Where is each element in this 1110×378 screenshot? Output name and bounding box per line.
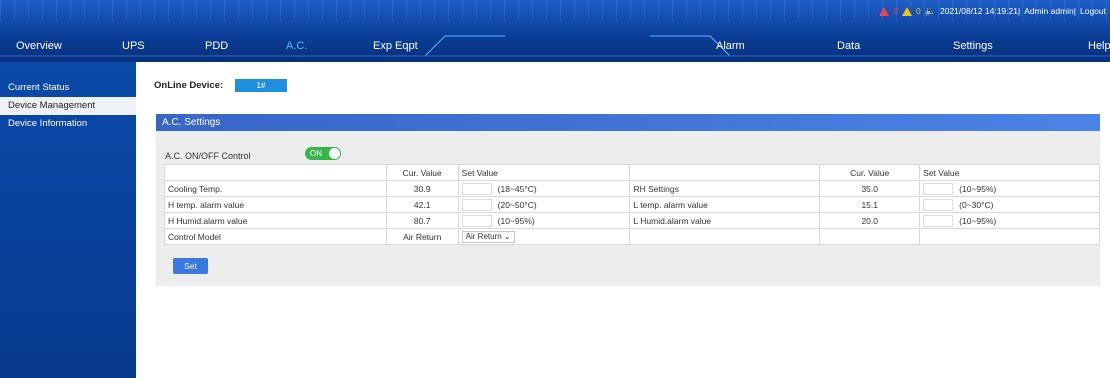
row-label: Control Model <box>164 228 387 245</box>
col-cur-value: Cur. Value <box>819 164 921 181</box>
set-value-input[interactable] <box>461 198 492 211</box>
cur-value: 15.1 <box>819 196 921 213</box>
nav-pdd[interactable]: PDD <box>205 36 228 56</box>
speaker-icon[interactable]: 🔈 <box>925 6 936 17</box>
cur-value: 35.0 <box>819 180 921 197</box>
ac-settings-panel: A.C. Settings A.C. ON/OFF Control ON Cur… <box>156 114 1100 286</box>
nav-overview[interactable]: Overview <box>16 36 62 56</box>
set-value-input[interactable] <box>461 182 492 195</box>
toggle-knob <box>329 148 340 159</box>
warning-alarm-count: 0 <box>916 6 921 16</box>
row-label: RH Settings <box>629 180 821 197</box>
set-range: (10~95%) <box>959 183 997 194</box>
main-content: OnLine Device: 1# A.C. Settings A.C. ON/… <box>136 62 1110 378</box>
set-value-input[interactable] <box>461 214 492 227</box>
col-set-value: Set Value <box>919 164 1100 181</box>
set-range: (20~50°C) <box>497 199 537 210</box>
row-label: H Humid.alarm value <box>164 212 387 229</box>
sidebar: Current Status Device Management Device … <box>0 62 136 378</box>
onoff-label: A.C. ON/OFF Control <box>165 151 251 161</box>
table-row: Cooling Temp. 30.9 (18~45°C) RH Settings… <box>164 180 1100 197</box>
admin-user[interactable]: Admin admin| <box>1024 6 1076 16</box>
cur-value: Air Return <box>385 228 459 245</box>
table-row: Control Model Air Return Air Return ⌄ <box>164 228 1100 245</box>
table-row: H temp. alarm value 42.1 (20~50°C) L tem… <box>164 196 1100 213</box>
row-label: L temp. alarm value <box>629 196 821 213</box>
nav-ac[interactable]: A.C. <box>286 36 307 56</box>
row-label: Cooling Temp. <box>164 180 387 197</box>
status-area: 0 0 🔈 2021/08/12 14:19:21| Admin admin| … <box>879 4 1106 18</box>
online-device-button[interactable]: 1# <box>235 79 287 92</box>
cur-value: 30.9 <box>385 180 459 197</box>
sidebar-item-device-management[interactable]: Device Management <box>0 97 136 115</box>
sidebar-item-current-status[interactable]: Current Status <box>0 79 136 97</box>
col-cur-value: Cur. Value <box>385 164 459 181</box>
row-label: L Humid.alarm value <box>629 212 821 229</box>
panel-title: A.C. Settings <box>156 114 1100 131</box>
set-value-input[interactable] <box>923 214 954 227</box>
row-label: H temp. alarm value <box>164 196 387 213</box>
nav-data[interactable]: Data <box>837 36 860 56</box>
onoff-toggle[interactable]: ON <box>305 147 341 160</box>
set-range: (10~95%) <box>959 215 997 226</box>
table-header-row: Cur. Value Set Value Cur. Value Set Valu… <box>164 164 1100 181</box>
col-set-value: Set Value <box>457 164 631 181</box>
settings-table: Cur. Value Set Value Cur. Value Set Valu… <box>164 164 1100 245</box>
critical-alarm-count: 0 <box>893 6 899 16</box>
online-device-label: OnLine Device: <box>154 80 224 91</box>
critical-alarm-icon[interactable] <box>879 6 890 16</box>
cur-value: 80.7 <box>385 212 459 229</box>
set-range: (10~95%) <box>497 215 535 226</box>
table-row: H Humid.alarm value 80.7 (10~95%) L Humi… <box>164 212 1100 229</box>
logout-link[interactable]: Logout <box>1080 6 1106 16</box>
warning-alarm-icon[interactable] <box>902 6 913 16</box>
cur-value: 20.0 <box>819 212 921 229</box>
main-nav: Overview UPS PDD A.C. Exp Eqpt Alarm Dat… <box>0 36 1110 56</box>
nav-exp-eqpt[interactable]: Exp Eqpt <box>373 36 418 56</box>
chevron-down-icon: ⌄ <box>503 231 511 241</box>
set-range: (18~45°C) <box>497 183 537 194</box>
set-value-input[interactable] <box>923 198 954 211</box>
top-header: 0 0 🔈 2021/08/12 14:19:21| Admin admin| … <box>0 0 1110 62</box>
toggle-state: ON <box>310 149 322 158</box>
nav-settings[interactable]: Settings <box>953 36 993 56</box>
datetime: 2021/08/12 14:19:21| <box>939 6 1021 16</box>
cur-value: 42.1 <box>385 196 459 213</box>
control-model-select[interactable]: Air Return ⌄ <box>461 230 515 243</box>
control-model-selected: Air Return <box>465 231 502 241</box>
sidebar-item-device-information[interactable]: Device Information <box>0 115 136 133</box>
nav-ups[interactable]: UPS <box>122 36 145 56</box>
set-button[interactable]: Set <box>173 258 208 274</box>
nav-alarm[interactable]: Alarm <box>716 36 745 56</box>
set-value-input[interactable] <box>923 182 954 195</box>
nav-help[interactable]: Help <box>1088 36 1110 56</box>
set-range: (0~30°C) <box>959 199 994 210</box>
